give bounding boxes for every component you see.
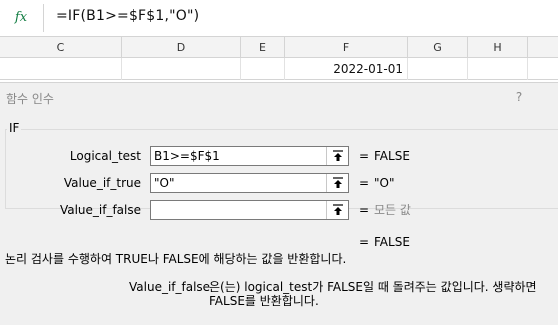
function-arguments-dialog: 함수 인수 ? IF Logical_test B1>=$F$1 = FALSE… (0, 83, 558, 325)
logical-test-input[interactable]: B1>=$F$1 (150, 146, 349, 166)
arguments-group (5, 129, 558, 209)
logical-test-equals: = (359, 149, 370, 163)
grid-row-1: 2022-01-01 (0, 58, 558, 80)
function-name: IF (7, 121, 22, 135)
cell-e1[interactable] (241, 58, 285, 80)
formula-result: FALSE (374, 235, 410, 249)
value-if-true-input[interactable]: "O" (150, 173, 349, 193)
column-header-h[interactable]: H (468, 37, 528, 58)
value-if-true-value: "O" (154, 176, 175, 190)
logical-test-collapse-button[interactable] (326, 147, 348, 165)
column-header-g[interactable]: G (408, 37, 468, 58)
cell-g1[interactable] (408, 58, 468, 80)
insert-function-button[interactable]: fx (0, 4, 44, 32)
help-button[interactable]: ? (513, 90, 525, 104)
fx-icon: fx (14, 10, 28, 25)
argument-help-name: Value_if_false (129, 280, 211, 294)
logical-test-value: B1>=$F$1 (154, 149, 220, 163)
value-if-false-collapse-button[interactable] (326, 201, 348, 219)
argument-help-text-line2: FALSE를 반환합니다. (209, 294, 319, 308)
value-if-true-result: "O" (374, 176, 395, 190)
collapse-arrow-icon (333, 204, 343, 215)
column-headers: C D E F G H (0, 37, 558, 58)
collapse-arrow-icon (333, 177, 343, 188)
logical-test-result: FALSE (374, 149, 410, 163)
value-if-true-equals: = (359, 176, 370, 190)
column-header-c[interactable]: C (0, 37, 122, 58)
logical-test-label: Logical_test (69, 149, 141, 163)
value-if-false-label: Value_if_false (59, 203, 141, 217)
collapse-arrow-icon (333, 150, 343, 161)
value-if-false-result: 모든 값 (374, 203, 411, 217)
formula-result-equals: = (359, 235, 370, 249)
value-if-false-input[interactable] (150, 200, 349, 220)
formula-input[interactable]: =IF(B1>=$F$1,"O") (56, 6, 199, 26)
cell-c1[interactable] (0, 58, 122, 80)
function-description: 논리 검사를 수행하여 TRUE나 FALSE에 해당하는 값을 반환합니다. (5, 252, 347, 266)
cell-f1[interactable]: 2022-01-01 (285, 58, 408, 80)
column-header-f[interactable]: F (285, 37, 408, 58)
formula-bar: fx =IF(B1>=$F$1,"O") (0, 0, 558, 37)
value-if-false-equals: = (359, 203, 370, 217)
cell-h1[interactable] (468, 58, 528, 80)
dialog-title: 함수 인수 (6, 92, 54, 106)
cell-d1[interactable] (122, 58, 241, 80)
value-if-true-collapse-button[interactable] (326, 174, 348, 192)
column-header-e[interactable]: E (241, 37, 285, 58)
value-if-true-label: Value_if_true (63, 176, 141, 190)
column-header-d[interactable]: D (122, 37, 241, 58)
argument-help-text: 은(는) logical_test가 FALSE일 때 돌려주는 값입니다. 생… (209, 280, 537, 294)
